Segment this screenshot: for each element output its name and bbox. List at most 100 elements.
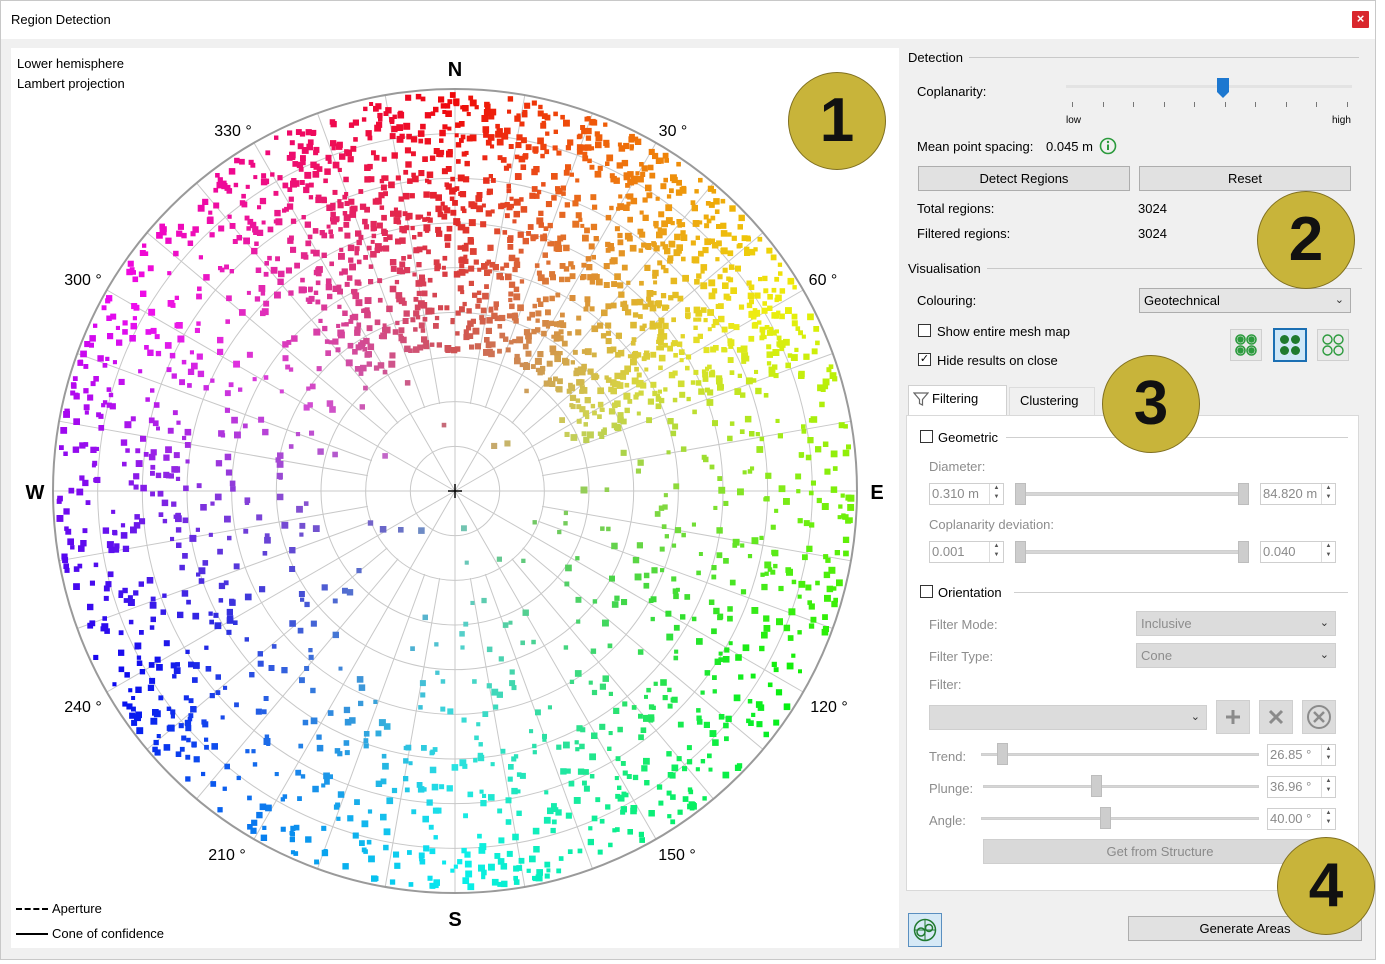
pole-marker [93, 323, 98, 328]
plunge-thumb[interactable] [1091, 775, 1103, 797]
pole-marker [339, 247, 344, 252]
pole-marker [336, 141, 343, 148]
angle-input[interactable]: 40.00 ° ▲ ▼ [1267, 808, 1336, 830]
remove-filter-button[interactable] [1259, 700, 1293, 734]
pole-marker [741, 235, 748, 242]
pole-marker [533, 846, 540, 853]
coplanarity-dev-track[interactable] [1017, 550, 1245, 554]
pole-marker [502, 230, 508, 235]
pole-marker [698, 388, 705, 395]
spin-arrows-icon[interactable]: ▲ ▼ [989, 542, 1003, 562]
coplanarity-dev-max-thumb[interactable] [1238, 541, 1249, 563]
diameter-min-thumb[interactable] [1015, 483, 1026, 505]
tab-clustering[interactable]: Clustering [1009, 387, 1095, 415]
pole-marker [224, 184, 231, 191]
coplanarity-dev-min-thumb[interactable] [1015, 541, 1026, 563]
info-icon[interactable] [1099, 137, 1117, 158]
spin-arrows-icon[interactable]: ▲ ▼ [1321, 777, 1335, 797]
pole-marker [763, 497, 768, 502]
slider-tick [1072, 102, 1073, 107]
pole-marker [729, 205, 736, 212]
pole-marker [426, 249, 431, 255]
pole-marker [301, 147, 309, 154]
colouring-select[interactable]: Geotechnical ⌄ [1139, 288, 1351, 313]
hide-results-checkbox[interactable]: ✓ [918, 353, 931, 366]
geometric-checkbox[interactable] [920, 430, 933, 443]
pole-marker [579, 743, 585, 750]
add-filter-button[interactable] [1216, 700, 1250, 734]
diameter-max-thumb[interactable] [1238, 483, 1249, 505]
spin-arrows-icon[interactable]: ▲ ▼ [1321, 542, 1335, 562]
pole-marker [555, 292, 561, 298]
filter-mode-select[interactable]: Inclusive ⌄ [1136, 611, 1336, 636]
coplanarity-dev-max-input[interactable]: 0.040 ▲ ▼ [1260, 541, 1336, 563]
pole-marker [359, 404, 365, 410]
diameter-max-input[interactable]: 84.820 m ▲ ▼ [1260, 483, 1336, 505]
pole-marker [700, 690, 705, 695]
pole-marker [379, 526, 387, 533]
pole-marker [156, 734, 161, 739]
pole-marker [696, 719, 703, 725]
view-mode-outline-fill-button[interactable] [1230, 329, 1262, 361]
pole-marker [129, 335, 136, 342]
diameter-range-track[interactable] [1017, 492, 1245, 496]
pole-marker [321, 584, 328, 591]
orientation-checkbox[interactable] [920, 585, 933, 598]
pole-marker [422, 344, 427, 349]
pole-marker [555, 245, 563, 252]
filter-select[interactable]: ⌄ [929, 705, 1207, 730]
pole-marker [183, 485, 189, 492]
pole-marker [576, 379, 583, 386]
clear-filters-button[interactable] [1302, 700, 1336, 734]
pole-marker [589, 753, 596, 761]
view-mode-filled-button[interactable] [1273, 328, 1307, 362]
pole-marker [274, 135, 279, 140]
pole-marker [408, 761, 413, 766]
spin-arrows-icon[interactable]: ▲ ▼ [1321, 809, 1335, 829]
trend-input[interactable]: 26.85 ° ▲ ▼ [1267, 744, 1336, 766]
close-button[interactable]: × [1352, 11, 1369, 28]
pole-marker [337, 791, 345, 798]
spin-arrows-icon[interactable]: ▲ ▼ [1321, 745, 1335, 765]
diameter-min-input[interactable]: 0.310 m ▲ ▼ [929, 483, 1004, 505]
pole-marker [832, 466, 838, 471]
pole-marker [261, 709, 267, 715]
view-mode-outline-button[interactable] [1317, 329, 1349, 361]
filter-type-select[interactable]: Cone ⌄ [1136, 643, 1336, 668]
pole-marker [262, 551, 268, 556]
plunge-input[interactable]: 36.96 ° ▲ ▼ [1267, 776, 1336, 798]
chevron-down-icon: ⌄ [1319, 649, 1329, 661]
spin-arrows-icon[interactable]: ▲ ▼ [1321, 484, 1335, 504]
detect-regions-button[interactable]: Detect Regions [918, 166, 1130, 191]
spin-arrows-icon[interactable]: ▲ ▼ [989, 484, 1003, 504]
pole-marker [823, 571, 831, 579]
pole-marker [493, 704, 499, 710]
trend-thumb[interactable] [996, 743, 1008, 765]
trend-track[interactable] [981, 753, 1259, 756]
coplanarity-dev-min-input[interactable]: 0.001 ▲ ▼ [929, 541, 1004, 563]
stereonet-pane[interactable]: N S W E 30 ° 60 ° 120 ° 150 ° 210 ° 240 ° 300 ° 330… [11, 48, 899, 948]
pole-marker [392, 329, 399, 335]
coplanarity-slider[interactable]: low high [1066, 78, 1352, 138]
pole-marker [105, 356, 110, 361]
pole-marker [617, 726, 623, 733]
stereonet-options-button[interactable] [908, 913, 942, 947]
slider-thumb[interactable] [1217, 78, 1230, 98]
angle-track[interactable] [981, 817, 1259, 820]
pole-marker [774, 313, 780, 319]
pole-marker [363, 731, 370, 737]
reset-button[interactable]: Reset [1139, 166, 1351, 191]
stereonet-plot[interactable]: NSW E30 °60 °120 °150 °210 °240 °300 °330… [11, 48, 899, 948]
pole-marker [549, 345, 557, 353]
pole-marker [622, 300, 628, 305]
pole-marker [167, 724, 175, 732]
pole-marker [764, 325, 770, 330]
tab-filtering[interactable]: Filtering [908, 385, 1007, 416]
pole-marker [383, 111, 389, 116]
show-mesh-checkbox[interactable] [918, 324, 931, 337]
pole-marker [509, 669, 515, 675]
plunge-track[interactable] [983, 785, 1259, 788]
pole-marker [569, 295, 576, 301]
angle-thumb[interactable] [1099, 807, 1111, 829]
slider-tick [1255, 102, 1256, 107]
